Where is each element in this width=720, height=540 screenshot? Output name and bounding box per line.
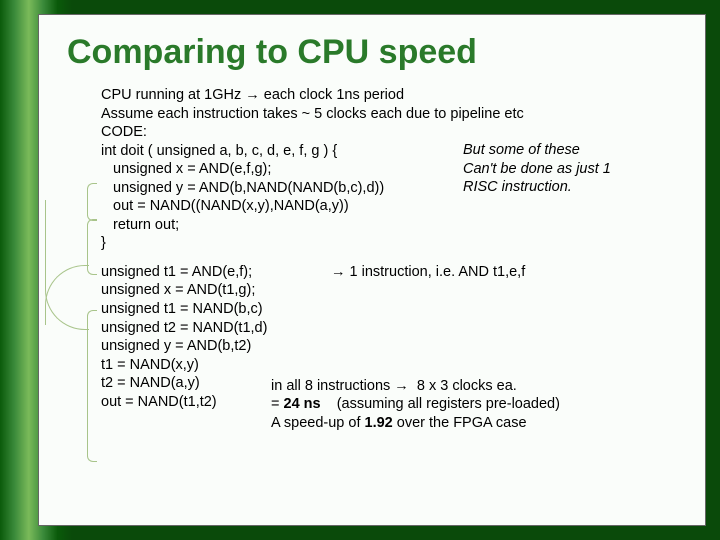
line-return: return out; bbox=[101, 216, 705, 235]
aside-note: But some of these Can't be done as just … bbox=[463, 141, 683, 197]
exp-line-6: t1 = NAND(x,y) bbox=[101, 356, 705, 375]
summary-line-2: = 24 ns (assuming all registers pre-load… bbox=[271, 395, 560, 414]
exp-line-2: unsigned x = AND(t1,g); bbox=[101, 281, 705, 300]
aside-line-3: RISC instruction. bbox=[463, 178, 683, 197]
aside-line-2: Can't be done as just 1 bbox=[463, 160, 683, 179]
exp-line-3: unsigned t1 = NAND(b,c) bbox=[101, 300, 705, 319]
exp-line-4: unsigned t2 = NAND(t1,d) bbox=[101, 319, 705, 338]
slide-title: Comparing to CPU speed bbox=[39, 15, 705, 72]
summary-line-3: A speed-up of 1.92 over the FPGA case bbox=[271, 414, 560, 433]
slide-container: Comparing to CPU speed CPU running at 1G… bbox=[38, 14, 706, 526]
line-close-brace: } bbox=[101, 234, 705, 253]
bracket-icon bbox=[87, 310, 97, 462]
line-assume: Assume each instruction takes ~ 5 clocks… bbox=[101, 105, 705, 124]
line-cpu: CPU running at 1GHz → each clock 1ns per… bbox=[101, 86, 705, 105]
summary-note: in all 8 instructions → 8 x 3 clocks ea.… bbox=[271, 377, 560, 433]
line-code-label: CODE: bbox=[101, 123, 705, 142]
aside-line-1: But some of these bbox=[463, 141, 683, 160]
inline-note-1: → 1 instruction, i.e. AND t1,e,f bbox=[331, 263, 525, 282]
slide-content: CPU running at 1GHz → each clock 1ns per… bbox=[39, 72, 705, 411]
summary-line-1: in all 8 instructions → 8 x 3 clocks ea. bbox=[271, 377, 560, 396]
line-out: out = NAND((NAND(x,y),NAND(a,y)) bbox=[101, 197, 705, 216]
code-block-1: CPU running at 1GHz → each clock 1ns per… bbox=[101, 86, 705, 253]
code-block-2: unsigned t1 = AND(e,f); unsigned x = AND… bbox=[101, 263, 705, 411]
exp-line-5: unsigned y = AND(b,t2) bbox=[101, 337, 705, 356]
